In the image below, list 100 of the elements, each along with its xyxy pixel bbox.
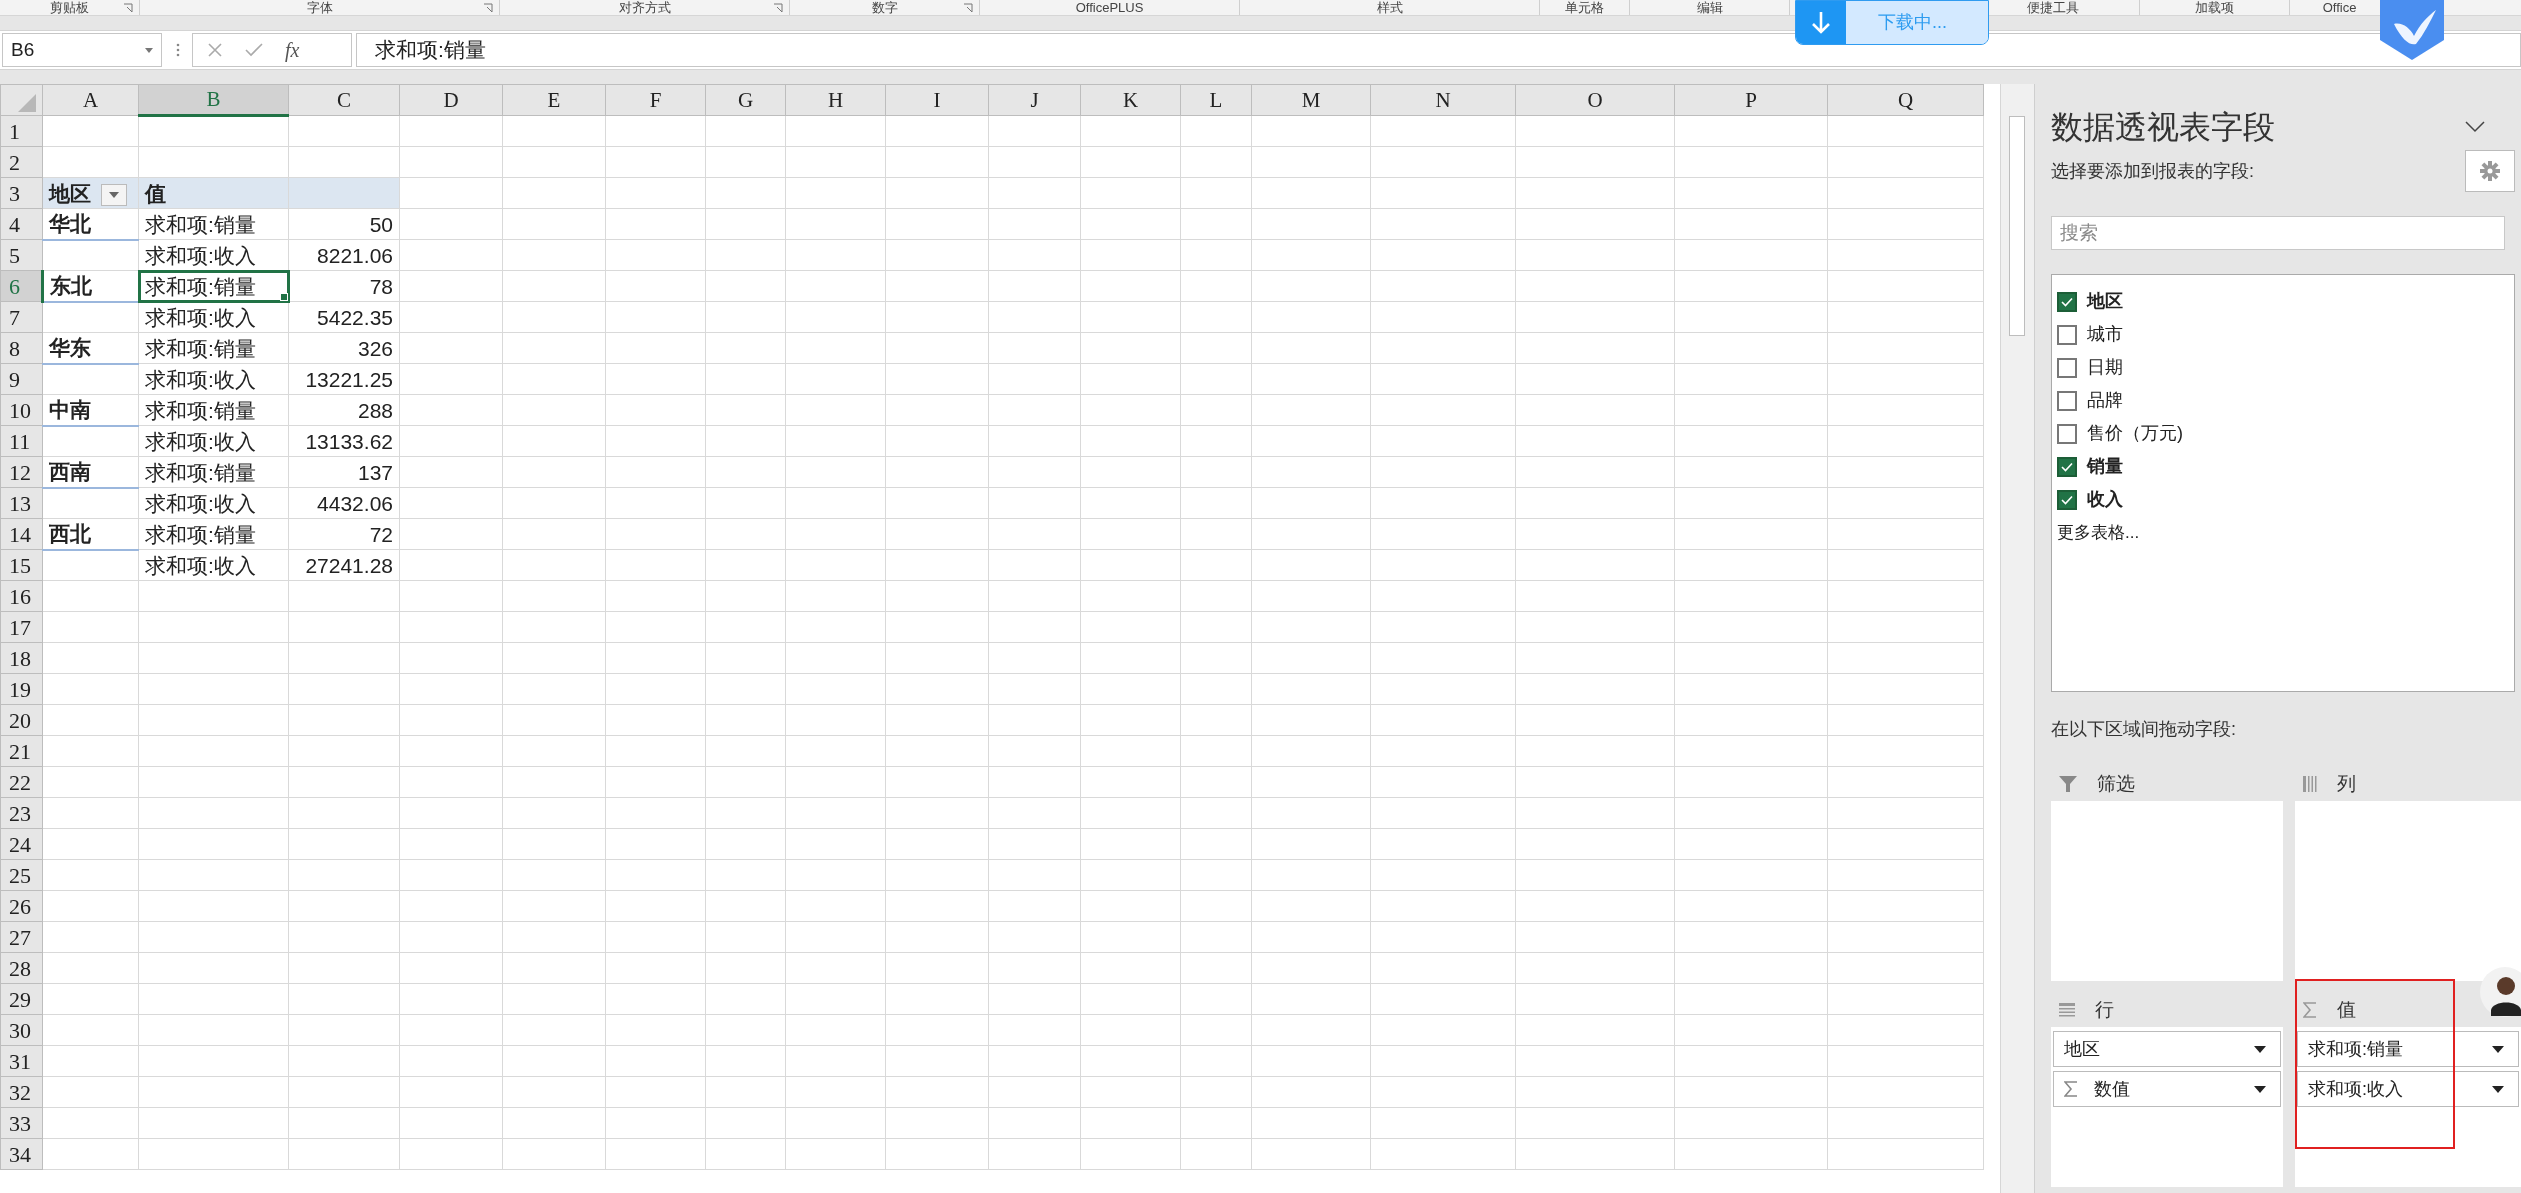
column-header[interactable]: J bbox=[988, 84, 1081, 116]
row-header[interactable]: 1 bbox=[0, 115, 43, 147]
row-header[interactable]: 21 bbox=[0, 735, 43, 767]
row-header[interactable]: 20 bbox=[0, 704, 43, 736]
column-header[interactable]: P bbox=[1674, 84, 1828, 116]
filter-dropdown-button[interactable] bbox=[101, 184, 127, 206]
column-header[interactable]: M bbox=[1251, 84, 1371, 116]
dialog-launcher-icon[interactable] bbox=[773, 3, 783, 13]
confirm-icon[interactable] bbox=[245, 43, 263, 57]
column-header[interactable]: C bbox=[288, 84, 400, 116]
column-header[interactable]: I bbox=[885, 84, 989, 116]
row-header[interactable]: 24 bbox=[0, 828, 43, 860]
row-header[interactable]: 19 bbox=[0, 673, 43, 705]
scroll-thumb[interactable] bbox=[2009, 116, 2025, 336]
checkbox[interactable] bbox=[2057, 456, 2077, 477]
checkbox[interactable] bbox=[2057, 489, 2077, 510]
area-field-button[interactable]: 数值 bbox=[2053, 1071, 2281, 1108]
checkbox[interactable] bbox=[2057, 324, 2077, 345]
column-header[interactable]: F bbox=[605, 84, 706, 116]
field-label[interactable]: 地区 bbox=[2087, 288, 2123, 316]
cancel-icon[interactable] bbox=[207, 42, 223, 58]
row-header[interactable]: 17 bbox=[0, 611, 43, 643]
vertical-scrollbar[interactable] bbox=[2000, 84, 2034, 1193]
column-header[interactable]: A bbox=[42, 84, 139, 116]
row-header[interactable]: 16 bbox=[0, 580, 43, 612]
more-tables-link[interactable]: 更多表格... bbox=[2057, 520, 2514, 546]
column-header[interactable]: K bbox=[1080, 84, 1181, 116]
field-label[interactable]: 收入 bbox=[2087, 486, 2123, 514]
dialog-launcher-icon[interactable] bbox=[483, 3, 493, 13]
column-header[interactable]: L bbox=[1180, 84, 1252, 116]
checkbox[interactable] bbox=[2057, 423, 2077, 444]
row-header[interactable]: 18 bbox=[0, 642, 43, 674]
row-header[interactable]: 5 bbox=[0, 239, 43, 271]
columns-icon bbox=[2303, 776, 2317, 793]
table-cell: 8221.06 bbox=[317, 243, 393, 267]
row-header[interactable]: 34 bbox=[0, 1138, 43, 1170]
row-header[interactable]: 6 bbox=[0, 270, 43, 302]
column-header[interactable]: O bbox=[1515, 84, 1675, 116]
area-field-button[interactable]: 求和项:收入 bbox=[2297, 1071, 2519, 1108]
row-header[interactable]: 27 bbox=[0, 921, 43, 953]
dialog-launcher-icon[interactable] bbox=[123, 3, 133, 13]
row-header[interactable]: 12 bbox=[0, 456, 43, 488]
more-options-icon[interactable] bbox=[176, 43, 180, 57]
row-header[interactable]: 10 bbox=[0, 394, 43, 426]
avatar[interactable] bbox=[2479, 966, 2521, 1018]
formula-input[interactable]: 求和项:销量 bbox=[356, 33, 2521, 67]
row-header[interactable]: 2 bbox=[0, 146, 43, 178]
area-field-label: 地区 bbox=[2064, 1037, 2100, 1061]
row-header[interactable]: 11 bbox=[0, 425, 43, 457]
selected-cell[interactable]: 求和项:销量 bbox=[138, 270, 289, 302]
column-header[interactable]: Q bbox=[1827, 84, 1984, 116]
row-header[interactable]: 7 bbox=[0, 301, 43, 333]
column-header[interactable]: B bbox=[138, 84, 289, 116]
checkbox[interactable] bbox=[2057, 291, 2077, 312]
field-label[interactable]: 品牌 bbox=[2087, 387, 2123, 415]
field-label[interactable]: 日期 bbox=[2087, 354, 2123, 382]
column-header[interactable]: G bbox=[705, 84, 786, 116]
area-field-button[interactable]: 求和项:销量 bbox=[2297, 1031, 2519, 1068]
table-cell: 13133.62 bbox=[305, 429, 393, 453]
row-header[interactable]: 14 bbox=[0, 518, 43, 550]
name-box[interactable]: B6 bbox=[2, 33, 162, 67]
column-header[interactable]: N bbox=[1370, 84, 1516, 116]
field-label[interactable]: 销量 bbox=[2087, 453, 2123, 481]
row-header[interactable]: 13 bbox=[0, 487, 43, 519]
row-header[interactable]: 23 bbox=[0, 797, 43, 829]
insert-function-button[interactable]: fx bbox=[285, 35, 300, 65]
row-header[interactable]: 26 bbox=[0, 890, 43, 922]
field-label[interactable]: 售价（万元) bbox=[2087, 420, 2183, 448]
field-label[interactable]: 城市 bbox=[2087, 321, 2123, 349]
row-header[interactable]: 32 bbox=[0, 1076, 43, 1108]
table-cell: 78 bbox=[369, 274, 393, 298]
row-header[interactable]: 22 bbox=[0, 766, 43, 798]
ribbon-group-label: 数字 bbox=[871, 0, 898, 15]
table-cell: 求和项:销量 bbox=[145, 522, 256, 546]
column-header[interactable]: D bbox=[399, 84, 503, 116]
fill-handle[interactable] bbox=[280, 293, 288, 301]
row-header[interactable]: 30 bbox=[0, 1014, 43, 1046]
row-header[interactable]: 28 bbox=[0, 952, 43, 984]
area-field-button[interactable]: 地区 bbox=[2053, 1031, 2281, 1068]
column-header[interactable]: H bbox=[785, 84, 886, 116]
table-cell: 326 bbox=[357, 336, 393, 360]
settings-button[interactable] bbox=[2465, 150, 2515, 193]
row-header[interactable]: 9 bbox=[0, 363, 43, 395]
ribbon-group-label: Office bbox=[2322, 0, 2357, 15]
row-header[interactable]: 8 bbox=[0, 332, 43, 364]
dialog-launcher-icon[interactable] bbox=[963, 3, 973, 13]
column-header[interactable]: E bbox=[502, 84, 606, 116]
row-header[interactable]: 4 bbox=[0, 208, 43, 240]
caret-icon bbox=[145, 47, 153, 53]
checkbox[interactable] bbox=[2057, 390, 2077, 411]
row-header[interactable]: 3 bbox=[0, 177, 43, 209]
row-header[interactable]: 25 bbox=[0, 859, 43, 891]
search-field[interactable]: 搜索 bbox=[2051, 216, 2505, 251]
row-header[interactable]: 15 bbox=[0, 549, 43, 581]
row-header[interactable]: 33 bbox=[0, 1107, 43, 1139]
row-header[interactable]: 31 bbox=[0, 1045, 43, 1077]
check-icon bbox=[2061, 296, 2073, 307]
row-header[interactable]: 29 bbox=[0, 983, 43, 1015]
checkbox[interactable] bbox=[2057, 357, 2077, 378]
chevron-down-icon[interactable] bbox=[2465, 121, 2485, 134]
